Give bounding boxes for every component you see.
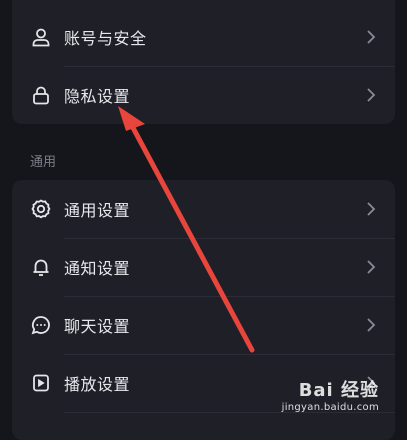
play-icon	[30, 372, 52, 394]
notification-settings-label: 通知设置	[64, 259, 131, 278]
general-settings-row[interactable]: 通用设置	[12, 180, 395, 238]
notification-settings-row[interactable]: 通知设置	[12, 238, 395, 296]
chevron-right-icon	[367, 318, 376, 332]
chevron-right-icon	[367, 88, 376, 102]
privacy-settings-row[interactable]: 隐私设置	[12, 66, 395, 124]
chat-settings-row[interactable]: 聊天设置	[12, 296, 395, 354]
chevron-right-icon	[367, 30, 376, 44]
gear-icon	[30, 198, 52, 220]
chevron-right-icon	[367, 260, 376, 274]
account-settings-card: 账号与安全 隐私设置	[12, 0, 395, 124]
playback-settings-label: 播放设置	[64, 375, 131, 394]
account-security-row[interactable]: 账号与安全	[12, 8, 395, 66]
account-security-label: 账号与安全	[64, 29, 147, 48]
bell-icon	[30, 256, 52, 278]
baidu-jingyan-watermark: Bai 经验 jingyan.baidu.com	[282, 376, 379, 413]
lock-icon	[30, 84, 52, 106]
watermark-url: jingyan.baidu.com	[281, 402, 379, 413]
general-settings-label: 通用设置	[64, 201, 131, 220]
user-icon	[30, 26, 52, 48]
chat-bubble-icon	[30, 314, 52, 336]
section-title-general: 通用	[30, 155, 57, 170]
chevron-right-icon	[367, 202, 376, 216]
watermark-brand: Bai 经验	[298, 380, 379, 401]
chat-settings-label: 聊天设置	[64, 317, 131, 336]
privacy-settings-label: 隐私设置	[64, 87, 131, 106]
